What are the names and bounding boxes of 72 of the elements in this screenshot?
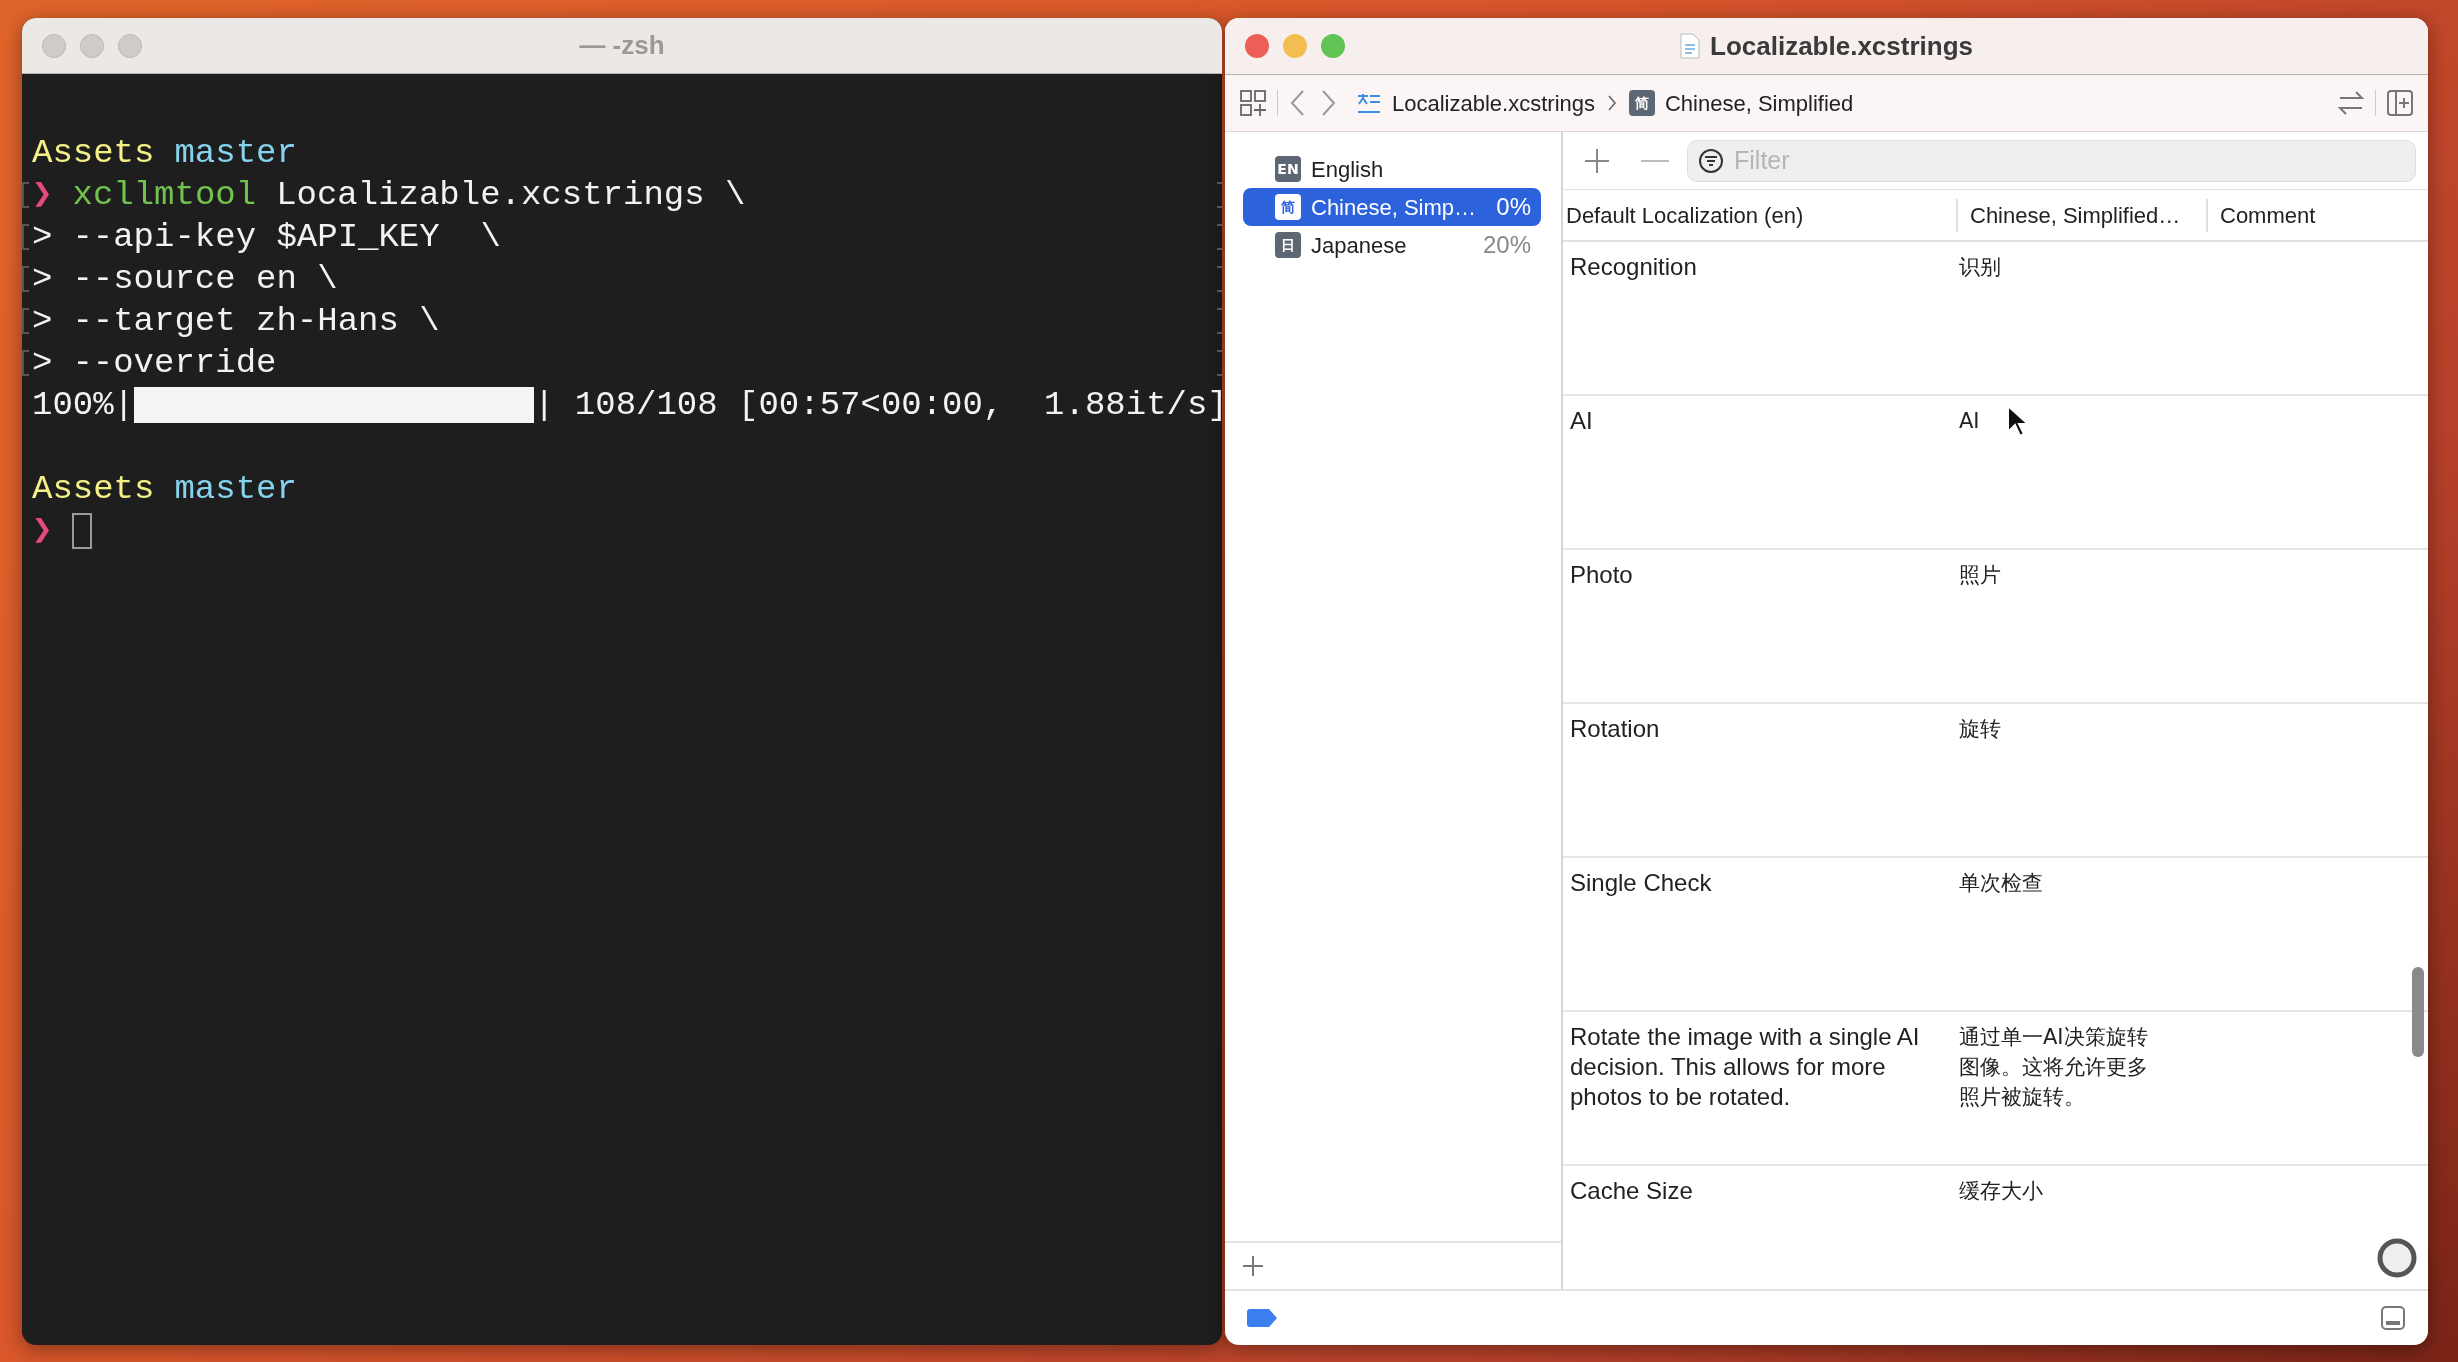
- language-badge: 简: [1629, 90, 1655, 116]
- language-item[interactable]: 日 Japanese 20%: [1243, 226, 1541, 264]
- window-title: — -zsh: [579, 30, 665, 60]
- close-button[interactable]: [42, 33, 66, 58]
- window-title: Localizable.xcstrings: [1710, 29, 1973, 63]
- command-text: --target zh-Hans \: [72, 301, 440, 342]
- progress-percent: 0%: [1496, 192, 1531, 222]
- grid-icon[interactable]: [1239, 89, 1267, 117]
- column-header[interactable]: Chinese, Simplified…: [1956, 198, 2206, 232]
- panel-icon[interactable]: [2380, 1305, 2406, 1331]
- prompt-marker: ❯: [32, 511, 53, 552]
- breadcrumb-item[interactable]: Localizable.xcstrings: [1392, 86, 1595, 120]
- table-cell-text: 单次检查: [1958, 870, 2043, 897]
- progress-text: | 108/108 [00:57<00:00, 1.88it/s]: [534, 385, 1222, 426]
- swap-arrows-icon[interactable]: [2337, 90, 2365, 116]
- scrollbar-thumb[interactable]: [2412, 967, 2424, 1057]
- language-badge: EN: [1275, 156, 1301, 182]
- table-cell-text: 照片: [1958, 562, 2001, 589]
- language-item[interactable]: 简 Chinese, Simp… 0%: [1243, 188, 1541, 226]
- zoom-button[interactable]: [118, 33, 142, 58]
- command-text: --api-key $API_KEY \: [72, 217, 501, 258]
- minimize-button[interactable]: [80, 33, 104, 58]
- table-cell-text: Rotate the image with a single AI decision. This allows for more photos to be rotated.: [1569, 1022, 1921, 1112]
- document-icon: [1680, 33, 1700, 59]
- directory-name: Assets: [32, 469, 155, 510]
- table-cell-text: 识别: [1958, 254, 2001, 281]
- add-language-icon[interactable]: [1241, 1254, 1265, 1278]
- table-cell-text: 缓存大小: [1958, 1178, 2043, 1205]
- breadcrumb-item[interactable]: Chinese, Simplified: [1665, 86, 1854, 120]
- column-header[interactable]: Default Localization (en): [1563, 198, 1956, 232]
- zoom-button[interactable]: [1321, 34, 1345, 58]
- prompt-marker: >: [32, 343, 53, 384]
- command-text: --source en \: [72, 259, 338, 300]
- progress-percent: 20%: [1482, 230, 1531, 260]
- prompt-marker: >: [32, 259, 53, 300]
- prompt-marker: >: [32, 301, 53, 342]
- command-text: Localizable.xcstrings \: [276, 175, 746, 216]
- add-editor-icon[interactable]: [2386, 89, 2414, 117]
- branch-name: master: [174, 469, 297, 510]
- table-cell-text: AI: [1958, 408, 1980, 435]
- table-cell-text: Cache Size: [1569, 1176, 1694, 1206]
- progress-text: 100%|: [32, 385, 135, 426]
- prompt-marker: ❯: [32, 175, 53, 216]
- language-badge: 简: [1275, 194, 1301, 220]
- remove-icon[interactable]: [1641, 158, 1669, 163]
- table-cell-text: Photo: [1569, 560, 1634, 590]
- prompt-marker: >: [32, 217, 53, 258]
- filter-icon: [1698, 147, 1724, 174]
- column-header[interactable]: Comment: [2206, 198, 2428, 232]
- table-cell-text: Single Check: [1569, 868, 1713, 898]
- chevron-icon: [1607, 94, 1617, 112]
- branch-name: master: [174, 133, 297, 174]
- progress-spinner-icon: [2376, 1237, 2418, 1279]
- language-name: English: [1311, 155, 1384, 184]
- table-cell-text: 旋转: [1958, 716, 2001, 743]
- strings-file-icon: [1356, 92, 1382, 114]
- table-cell-text: 通过单一AI决策旋转图像。这将允许更多照片被旋转。: [1958, 1024, 2149, 1111]
- language-badge: 日: [1275, 232, 1301, 258]
- language-name: Chinese, Simp…: [1311, 193, 1477, 222]
- table-cell-text: Recognition: [1569, 252, 1698, 282]
- language-name: Japanese: [1311, 231, 1407, 260]
- add-icon[interactable]: [1583, 146, 1611, 175]
- directory-name: Assets: [32, 133, 155, 174]
- minimize-button[interactable]: [1283, 34, 1307, 58]
- close-button[interactable]: [1245, 34, 1269, 58]
- text-cursor: [72, 513, 93, 549]
- table-cell-text: Rotation: [1569, 714, 1661, 744]
- command-text: --override: [72, 343, 277, 384]
- tag-icon: [1247, 1309, 1277, 1327]
- language-item[interactable]: EN English: [1243, 150, 1541, 188]
- command-name: xcllmtool: [72, 175, 257, 216]
- table-cell-text: AI: [1569, 406, 1594, 436]
